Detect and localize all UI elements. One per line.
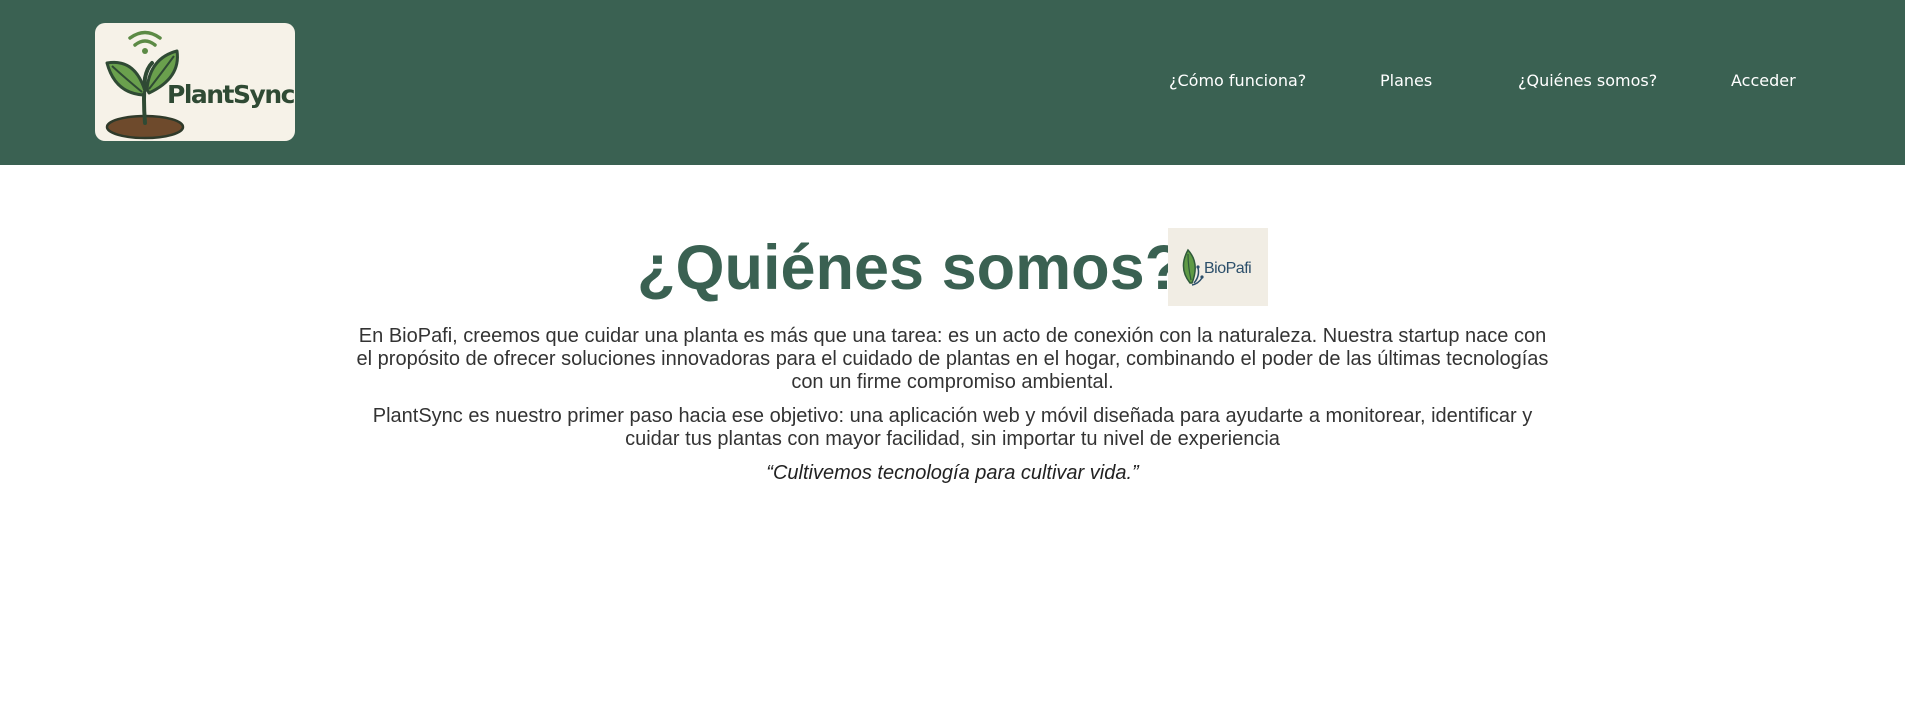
tagline-quote: “Cultivemos tecnología para cultivar vid… xyxy=(766,462,1139,484)
nav-link-quienes-somos[interactable]: ¿Quiénes somos? xyxy=(1518,71,1657,91)
nav-link-acceder[interactable]: Acceder xyxy=(1731,71,1796,91)
site-header: PlantSync ¿Cómo funciona? Planes ¿Quiéne… xyxy=(0,0,1905,165)
about-paragraph-1: En BioPafi, creemos que cuidar una plant… xyxy=(356,325,1549,393)
nav-link-como-funciona[interactable]: ¿Cómo funciona? xyxy=(1169,71,1306,91)
biopafi-logo: BioPafi xyxy=(1168,228,1268,306)
about-section: ¿Quiénes somos? BioPafi En BioPafi, cree… xyxy=(0,165,1905,714)
logo-wordmark: PlantSync xyxy=(167,80,295,109)
about-paragraph-2: PlantSync es nuestro primer paso hacia e… xyxy=(372,405,1533,450)
plantsync-logo[interactable]: PlantSync xyxy=(95,23,295,141)
nav-link-planes[interactable]: Planes xyxy=(1380,71,1432,91)
page-title: ¿Quiénes somos? xyxy=(637,233,1184,303)
biopafi-wordmark: BioPafi xyxy=(1204,260,1252,277)
